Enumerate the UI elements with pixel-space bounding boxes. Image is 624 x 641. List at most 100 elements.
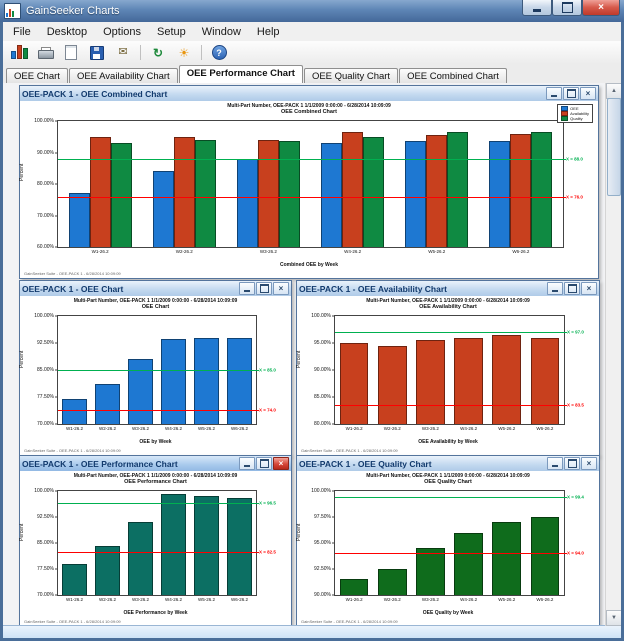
charts-icon[interactable] — [7, 42, 31, 63]
bar[interactable] — [363, 137, 384, 247]
x-tick-label: W3-26.2 — [422, 426, 439, 431]
tab-oee-performance-chart[interactable]: OEE Performance Chart — [179, 65, 303, 83]
export-icon[interactable] — [85, 42, 109, 63]
maximize-button[interactable] — [552, 0, 582, 16]
minimize-button[interactable] — [546, 87, 562, 100]
child-title-bar[interactable]: OEE-PACK 1 - OEE Availability Chart × — [297, 281, 599, 297]
window-oee-quality-chart[interactable]: OEE-PACK 1 - OEE Quality Chart × Multi-P… — [296, 455, 600, 626]
scrollbar-thumb[interactable] — [607, 98, 621, 196]
minimize-button[interactable] — [239, 457, 255, 470]
x-tick-label: W5-26.2 — [198, 426, 215, 431]
refresh-icon[interactable]: ↻ — [146, 42, 170, 63]
bar[interactable] — [531, 517, 560, 595]
window-oee-performance-chart[interactable]: OEE-PACK 1 - OEE Performance Chart × Mul… — [19, 455, 292, 626]
maximize-button[interactable] — [256, 282, 272, 295]
bar[interactable] — [194, 338, 219, 424]
close-button[interactable]: × — [582, 0, 620, 16]
bar[interactable] — [128, 522, 153, 595]
bar[interactable] — [62, 564, 87, 595]
child-title-bar[interactable]: OEE-PACK 1 - OEE Quality Chart × — [297, 456, 599, 472]
bar[interactable] — [510, 134, 531, 247]
maximize-button[interactable] — [564, 457, 580, 470]
bar[interactable] — [128, 359, 153, 424]
tab-oee-combined-chart[interactable]: OEE Combined Chart — [399, 68, 507, 84]
child-window-title: OEE-PACK 1 - OEE Combined Chart — [22, 89, 546, 99]
minimize-button[interactable] — [547, 282, 563, 295]
y-tick-mark — [332, 424, 335, 425]
bar[interactable] — [342, 132, 363, 247]
tab-oee-availability-chart[interactable]: OEE Availability Chart — [69, 68, 178, 84]
print-icon[interactable] — [33, 42, 57, 63]
menu-help[interactable]: Help — [249, 24, 288, 40]
bar[interactable] — [194, 496, 219, 595]
scroll-up-icon[interactable]: ▲ — [606, 83, 621, 99]
bar[interactable] — [153, 171, 174, 247]
close-button[interactable]: × — [273, 282, 289, 295]
maximize-button[interactable] — [563, 87, 579, 100]
maximize-button[interactable] — [564, 282, 580, 295]
bar[interactable] — [447, 132, 468, 247]
bar[interactable] — [531, 338, 560, 424]
menu-desktop[interactable]: Desktop — [39, 24, 95, 40]
menu-options[interactable]: Options — [95, 24, 149, 40]
settings-icon[interactable]: ☀ — [172, 42, 196, 63]
tab-oee-chart[interactable]: OEE Chart — [6, 68, 68, 84]
bar[interactable] — [227, 498, 252, 595]
x-tick-label: W4-26.2 — [460, 426, 477, 431]
bar[interactable] — [426, 135, 447, 247]
help-icon[interactable]: ? — [207, 42, 231, 63]
close-button[interactable]: × — [581, 457, 597, 470]
bar[interactable] — [227, 338, 252, 424]
bar[interactable] — [492, 522, 521, 595]
bar[interactable] — [95, 384, 120, 424]
bar[interactable] — [69, 193, 90, 247]
bar[interactable] — [531, 132, 552, 247]
bar[interactable] — [237, 159, 258, 247]
mail-icon[interactable]: ✉ — [111, 42, 135, 63]
maximize-icon — [562, 2, 573, 13]
window-oee-availability-chart[interactable]: OEE-PACK 1 - OEE Availability Chart × Mu… — [296, 280, 600, 456]
vertical-scrollbar[interactable]: ▲ ▼ — [605, 83, 621, 626]
title-bar[interactable]: GainSeeker Charts × — [0, 0, 624, 23]
bar[interactable] — [378, 569, 407, 595]
window-oee-chart[interactable]: OEE-PACK 1 - OEE Chart × Multi-Part Numb… — [19, 280, 292, 456]
bar[interactable] — [174, 137, 195, 247]
bar[interactable] — [416, 340, 445, 424]
bar[interactable] — [90, 137, 111, 247]
child-title-bar[interactable]: OEE-PACK 1 - OEE Performance Chart × — [20, 456, 291, 472]
tab-oee-quality-chart[interactable]: OEE Quality Chart — [304, 68, 398, 84]
close-button[interactable]: × — [273, 457, 289, 470]
x-tick-label: W1-26.2 — [92, 249, 109, 254]
bar[interactable] — [279, 141, 300, 247]
window-oee-combined-chart[interactable]: OEE-PACK 1 - OEE Combined Chart × Multi-… — [19, 85, 599, 279]
bar[interactable] — [161, 339, 186, 424]
maximize-button[interactable] — [256, 457, 272, 470]
bar[interactable] — [416, 548, 445, 595]
bar[interactable] — [258, 140, 279, 247]
bar[interactable] — [489, 141, 510, 247]
child-title-bar[interactable]: OEE-PACK 1 - OEE Combined Chart × — [20, 86, 598, 102]
bar[interactable] — [340, 579, 369, 595]
bar[interactable] — [378, 346, 407, 424]
bar[interactable] — [454, 533, 483, 595]
bar[interactable] — [454, 338, 483, 424]
child-title-bar[interactable]: OEE-PACK 1 - OEE Chart × — [20, 281, 291, 297]
menu-file[interactable]: File — [5, 24, 39, 40]
minimize-button[interactable] — [239, 282, 255, 295]
bar[interactable] — [492, 335, 521, 424]
bar[interactable] — [405, 141, 426, 247]
menu-window[interactable]: Window — [194, 24, 249, 40]
minimize-button[interactable] — [522, 0, 552, 16]
close-button[interactable]: × — [581, 282, 597, 295]
bar[interactable] — [62, 399, 87, 424]
scroll-down-icon[interactable]: ▼ — [606, 610, 621, 626]
page-setup-icon[interactable] — [59, 42, 83, 63]
menu-setup[interactable]: Setup — [149, 24, 194, 40]
minimize-button[interactable] — [547, 457, 563, 470]
x-axis-title: OEE Availability by Week — [297, 439, 599, 445]
bar[interactable] — [95, 546, 120, 595]
bar[interactable] — [195, 140, 216, 247]
bar[interactable] — [340, 343, 369, 424]
close-button[interactable]: × — [580, 87, 596, 100]
bar[interactable] — [161, 494, 186, 595]
